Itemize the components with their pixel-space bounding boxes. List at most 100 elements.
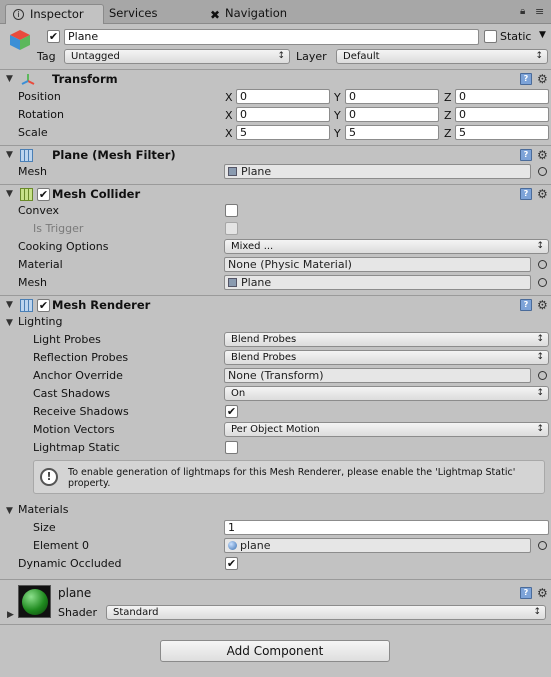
element0-field[interactable]: plane <box>224 538 531 553</box>
material-foldout-arrow-icon[interactable]: ▶ <box>7 610 14 620</box>
lightmap-static-checkbox[interactable] <box>225 441 238 454</box>
lightmap-help-text: To enable generation of lightmaps for th… <box>68 467 516 489</box>
rotation-x-input[interactable]: 0 <box>236 107 330 122</box>
material-sphere-preview-icon <box>22 589 48 615</box>
mesh-renderer-icon <box>20 299 33 312</box>
rotation-y-label: Y <box>334 109 341 122</box>
rotation-z-label: Z <box>444 109 452 122</box>
gear-icon[interactable]: ⚙ <box>537 149 548 161</box>
collider-mesh-field[interactable]: Plane <box>224 275 531 290</box>
gear-icon[interactable]: ⚙ <box>537 73 548 85</box>
add-component-button[interactable]: Add Component <box>160 640 390 662</box>
tab-services[interactable]: Services <box>104 4 158 24</box>
receive-shadows-label: Receive Shadows <box>33 405 129 418</box>
object-picker-icon[interactable] <box>538 167 547 176</box>
anchor-override-label: Anchor Override <box>33 369 123 382</box>
position-y-label: Y <box>334 91 341 104</box>
help-book-icon[interactable]: ? <box>520 188 532 200</box>
scale-label: Scale <box>18 126 48 139</box>
scale-z-input[interactable]: 5 <box>455 125 549 140</box>
position-z-input[interactable]: 0 <box>455 89 549 104</box>
tab-navigation[interactable]: ✖ Navigation <box>205 4 287 24</box>
help-book-icon[interactable]: ? <box>520 149 532 161</box>
mesh-renderer-header[interactable]: ▼ ✔ Mesh Renderer ? ⚙ <box>0 295 551 314</box>
info-warning-icon: ! <box>40 468 58 486</box>
tab-inspector-label: Inspector <box>30 7 84 21</box>
gameobject-cube-icon <box>9 29 31 51</box>
convex-checkbox[interactable] <box>225 204 238 217</box>
scale-z-label: Z <box>444 127 452 140</box>
foldout-arrow-icon[interactable]: ▼ <box>6 74 13 84</box>
object-picker-icon[interactable] <box>538 278 547 287</box>
gameobject-name-input[interactable]: Plane <box>64 29 479 45</box>
reflection-probes-dropdown[interactable]: Blend Probes <box>224 350 549 365</box>
materials-label[interactable]: Materials <box>18 503 68 517</box>
mesh-collider-enabled-checkbox[interactable]: ✔ <box>37 188 50 201</box>
shader-dropdown[interactable]: Standard <box>106 605 546 620</box>
position-y-input[interactable]: 0 <box>345 89 439 104</box>
cast-shadows-dropdown[interactable]: On <box>224 386 549 401</box>
gear-icon[interactable]: ⚙ <box>537 299 548 311</box>
rotation-z-input[interactable]: 0 <box>455 107 549 122</box>
foldout-arrow-icon[interactable]: ▼ <box>6 189 13 199</box>
element0-label: Element 0 <box>33 539 90 552</box>
mesh-renderer-enabled-checkbox[interactable]: ✔ <box>37 299 50 312</box>
reflection-probes-label: Reflection Probes <box>33 351 129 364</box>
gear-icon[interactable]: ⚙ <box>537 587 548 599</box>
gear-icon[interactable]: ⚙ <box>537 188 548 200</box>
tab-menu-icon[interactable]: ≡ <box>535 5 544 18</box>
foldout-arrow-icon[interactable]: ▼ <box>6 150 13 160</box>
mesh-small-icon <box>228 167 237 176</box>
lighting-foldout-arrow-icon[interactable]: ▼ <box>6 318 13 328</box>
layer-dropdown[interactable]: Default <box>336 49 548 64</box>
cooking-options-dropdown[interactable]: Mixed ... <box>224 239 549 254</box>
lightmap-help-box: ! To enable generation of lightmaps for … <box>33 460 545 494</box>
rotation-label: Rotation <box>18 108 65 121</box>
material-sphere-icon <box>228 541 237 550</box>
tab-inspector[interactable]: i Inspector <box>5 4 104 24</box>
rotation-y-input[interactable]: 0 <box>345 107 439 122</box>
material-name: plane <box>58 586 92 600</box>
lighting-label[interactable]: Lighting <box>18 315 62 329</box>
anchor-override-field[interactable]: None (Transform) <box>224 368 531 383</box>
motion-vectors-label: Motion Vectors <box>33 423 115 436</box>
mesh-filter-header[interactable]: ▼ Plane (Mesh Filter) ? ⚙ <box>0 145 551 164</box>
position-label: Position <box>18 90 61 103</box>
add-component-divider <box>0 624 551 625</box>
position-x-label: X <box>225 91 233 104</box>
collider-material-field[interactable]: None (Physic Material) <box>224 257 531 272</box>
transform-header[interactable]: ▼ Transform ? ⚙ <box>0 69 551 88</box>
dynamic-occluded-checkbox[interactable]: ✔ <box>225 557 238 570</box>
mesh-collider-icon <box>20 188 33 201</box>
scale-x-input[interactable]: 5 <box>236 125 330 140</box>
object-picker-icon[interactable] <box>538 371 547 380</box>
info-icon: i <box>13 9 24 20</box>
material-preview[interactable] <box>18 585 51 618</box>
static-dropdown-arrow-icon[interactable]: ▼ <box>539 30 546 40</box>
lightmap-static-label: Lightmap Static <box>33 441 120 454</box>
tag-dropdown[interactable]: Untagged <box>64 49 290 64</box>
collider-mesh-value: Plane <box>241 276 272 289</box>
shader-label: Shader <box>58 606 97 619</box>
gameobject-active-checkbox[interactable]: ✔ <box>47 30 60 43</box>
scale-y-input[interactable]: 5 <box>345 125 439 140</box>
mesh-filter-mesh-label: Mesh <box>18 165 47 178</box>
mesh-filter-mesh-field[interactable]: Plane <box>224 164 531 179</box>
object-picker-icon[interactable] <box>538 541 547 550</box>
help-book-icon[interactable]: ? <box>520 73 532 85</box>
add-component-label: Add Component <box>226 644 324 658</box>
position-x-input[interactable]: 0 <box>236 89 330 104</box>
materials-size-input[interactable]: 1 <box>224 520 549 535</box>
motion-vectors-dropdown[interactable]: Per Object Motion <box>224 422 549 437</box>
mesh-collider-header[interactable]: ▼ ✔ Mesh Collider ? ⚙ <box>0 184 551 203</box>
foldout-arrow-icon[interactable]: ▼ <box>6 300 13 310</box>
help-book-icon[interactable]: ? <box>520 587 532 599</box>
light-probes-dropdown[interactable]: Blend Probes <box>224 332 549 347</box>
lock-icon[interactable]: 🔒︎ <box>520 6 525 17</box>
receive-shadows-checkbox[interactable]: ✔ <box>225 405 238 418</box>
help-book-icon[interactable]: ? <box>520 299 532 311</box>
navigation-icon: ✖ <box>210 8 221 22</box>
materials-foldout-arrow-icon[interactable]: ▼ <box>6 506 13 516</box>
static-checkbox[interactable] <box>484 30 497 43</box>
object-picker-icon[interactable] <box>538 260 547 269</box>
